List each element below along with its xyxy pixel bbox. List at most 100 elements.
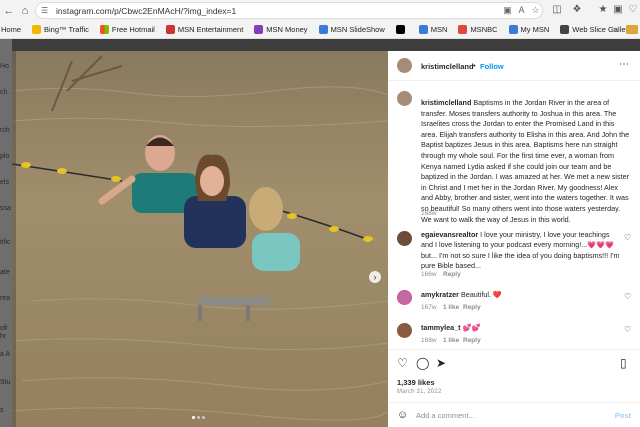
comment-icon[interactable]: ◯ [416, 356, 429, 370]
caption-avatar[interactable] [397, 91, 412, 106]
comment-text-block: amykratzer Beautiful. ❤️ [421, 290, 621, 300]
background-text: rch [0, 127, 10, 134]
more-options-icon[interactable]: ⋯ [619, 59, 629, 70]
favorite-label: My MSN [520, 25, 550, 34]
my-msn-icon [508, 25, 518, 34]
favorite-label: Web Slice Gallery [572, 25, 632, 34]
msn-icon [418, 25, 428, 34]
comment-reply-button[interactable]: Reply [463, 304, 481, 311]
favorite-msn-entertainment[interactable]: MSN Entertainment [165, 25, 243, 34]
background-text: ate [0, 269, 10, 276]
caption: kristimclelland Baptisms in the Jordan R… [421, 98, 630, 225]
post-details-panel: kristimclelland • Follow ⋯ kristimclella… [388, 51, 640, 427]
comment-reply-button[interactable]: Reply [463, 337, 481, 344]
favorite-x[interactable] [395, 25, 408, 34]
site-settings-icon[interactable]: ☰ [41, 6, 51, 16]
favorite-label: MSN [430, 25, 448, 34]
background-text: ch [0, 89, 8, 96]
favorite-msn-money[interactable]: MSN Money [254, 25, 308, 34]
like-comment-heart-icon[interactable]: ♡ [624, 292, 631, 301]
background-text: a A [0, 351, 11, 358]
favorite-star-icon[interactable]: ☆ [530, 5, 541, 16]
favorites-icon[interactable]: ★ [597, 4, 609, 16]
msn-entertainment-icon [165, 25, 175, 34]
comment-time: 166w [421, 271, 437, 278]
url-field[interactable]: ☰ instagram.com/p/Cbwc2EnMAcH/?img_index… [35, 2, 543, 19]
comment-username[interactable]: amykratzer [421, 290, 459, 299]
favorite-label: Free Hotmail [111, 25, 155, 34]
add-comment-input[interactable]: Add a comment... [416, 411, 475, 420]
save-bookmark-icon[interactable]: ▯ [620, 356, 627, 370]
web-slice-icon [560, 25, 570, 34]
browser-essentials-icon[interactable]: ♡ [627, 4, 639, 16]
msn-slideshow-icon [318, 25, 328, 34]
comment-likes-count[interactable]: 1 like [443, 304, 459, 311]
comment-text-block: egaievansrealtor I love your ministry, I… [421, 230, 621, 272]
carousel-next-icon[interactable]: › [369, 271, 381, 283]
collections-icon[interactable]: ▣ [612, 4, 624, 16]
favorite-label: Home [1, 25, 22, 34]
comment-likes-count[interactable]: 1 like [443, 337, 459, 344]
commenter-avatar[interactable] [397, 231, 412, 246]
favorite-bing-traffic[interactable]: Bing™ Traffic [32, 25, 89, 34]
background-text: s [0, 407, 4, 414]
like-comment-heart-icon[interactable]: ♡ [624, 233, 631, 242]
background-text: Ho [0, 63, 9, 70]
carousel-dot [202, 416, 205, 419]
browser-address-bar: ← ⌂ ☰ instagram.com/p/Cbwc2EnMAcH/?img_i… [0, 0, 640, 21]
favorite-my-msn[interactable]: My MSN [508, 25, 550, 34]
other-favorites-folder-icon[interactable] [626, 25, 638, 34]
comment-username[interactable]: tammylea_t [421, 323, 461, 332]
likes-count[interactable]: 1,339 likes [397, 378, 435, 387]
caption-username[interactable]: kristimclelland [421, 98, 471, 107]
background-text: Stu [0, 379, 11, 386]
favorite-home[interactable]: Home [1, 25, 21, 34]
favorites-bar: Home Bing™ Traffic Free Hotmail MSN Ente… [0, 21, 640, 39]
carousel-dot [197, 416, 200, 419]
like-comment-heart-icon[interactable]: ♡ [624, 325, 631, 334]
emoji-icon[interactable]: ☺ [397, 409, 408, 421]
screen-icon[interactable]: ▣ [502, 5, 513, 16]
url-text: instagram.com/p/Cbwc2EnMAcH/?img_index=1 [56, 5, 237, 16]
commenter-avatar[interactable] [397, 290, 412, 305]
share-icon[interactable]: ➤ [436, 356, 446, 370]
post-date: March 31, 2022 [397, 389, 442, 395]
follow-button[interactable]: Follow [480, 62, 504, 71]
favorite-web-slice-gallery[interactable]: Web Slice Gallery [560, 25, 632, 34]
extensions-icon[interactable]: ❖ [571, 4, 583, 16]
background-text: ssa [0, 205, 11, 212]
background-text: plo [0, 153, 10, 160]
background-text: rea [0, 295, 11, 302]
carousel-dots [192, 416, 205, 419]
background-text: tific [0, 239, 11, 246]
favorite-msn-slideshow[interactable]: MSN SlideShow [318, 25, 385, 34]
split-screen-icon[interactable]: ◫ [551, 4, 563, 16]
background-page-top [12, 39, 640, 51]
author-username[interactable]: kristimclelland [421, 62, 474, 71]
favorite-label: MSN SlideShow [330, 25, 385, 34]
back-icon[interactable]: ← [2, 4, 16, 18]
favorite-msn[interactable]: MSN [418, 25, 448, 34]
x-logo-icon [395, 25, 405, 34]
favorite-msnbc[interactable]: MSNBC [458, 25, 498, 34]
home-icon[interactable]: ⌂ [18, 4, 32, 18]
commenter-avatar[interactable] [397, 323, 412, 338]
post-comment-button[interactable]: Post [615, 411, 631, 420]
favorite-label: Bing™ Traffic [44, 25, 89, 34]
separator-dot: • [473, 61, 476, 70]
favorite-free-hotmail[interactable]: Free Hotmail [99, 25, 155, 34]
author-avatar[interactable] [397, 58, 412, 73]
comment-reply-button[interactable]: Reply [443, 271, 461, 278]
post-photo[interactable]: › [12, 51, 388, 427]
background-sidebar: Ho ch rch plo els ssa tific ate rea ofi … [0, 39, 12, 427]
more-favorites-icon[interactable]: » [613, 24, 618, 34]
read-aloud-icon[interactable]: A [516, 5, 527, 16]
comment-username[interactable]: egaievansrealtor [421, 230, 478, 239]
like-heart-icon[interactable]: ♡ [397, 356, 408, 370]
caption-text: Baptisms in the Jordan River in the area… [421, 98, 630, 224]
msn-money-icon [254, 25, 264, 34]
background-text: ofi [0, 325, 8, 332]
bing-icon [32, 25, 42, 34]
comment-time: 167w [421, 304, 437, 311]
windows-icon [99, 25, 109, 34]
